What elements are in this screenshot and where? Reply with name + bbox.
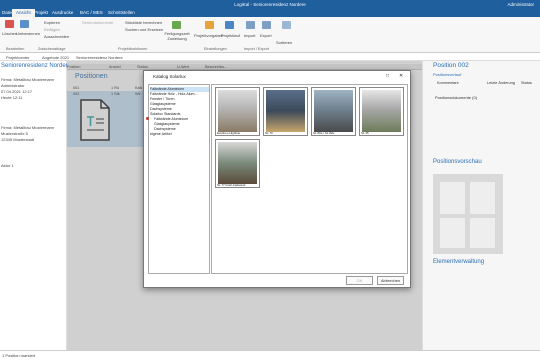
menu-bac[interactable]: BAC / MES	[80, 10, 103, 15]
breadcrumb-item[interactable]: Projektcenter	[6, 55, 30, 60]
maximize-icon[interactable]: □	[386, 73, 389, 79]
misc-text: Aktor 1	[1, 163, 14, 168]
tile-caption: Ecolineo Highline	[217, 131, 241, 135]
catalog-dialog: Katalog Solarlux □ ✕ Faltwände Aluminium…	[143, 70, 411, 288]
tree-item[interactable]: Dachsysteme	[150, 107, 172, 112]
import-icon	[246, 21, 255, 29]
product-image	[266, 90, 305, 132]
project-functions-label: Projektfunktionen	[118, 47, 148, 51]
clipboard-group-label: Zwischenablage	[38, 47, 66, 51]
menu-file[interactable]: Datei	[2, 10, 13, 15]
catalog-tile[interactable]: SL 45	[359, 87, 404, 136]
address-line: Musterstraße 5	[1, 131, 28, 136]
title-bar: LogiKal - Seniorenresidenz Nordere Admin…	[0, 0, 540, 8]
project-settings-icon	[205, 21, 214, 29]
catalog-tile[interactable]: SL 70	[263, 87, 308, 136]
calc-parts-button[interactable]: Stückliste berechnen	[125, 20, 162, 25]
rename-icon	[20, 20, 29, 28]
sort-icon	[282, 21, 291, 29]
rename-button[interactable]: Umbenennen	[16, 31, 40, 36]
tree-item[interactable]: Glasglasysteme	[150, 102, 176, 107]
project-course-button[interactable]: Projektlauf	[221, 33, 240, 38]
tree-item[interactable]: Solarlux Standards	[150, 112, 180, 117]
ok-button[interactable]: OK	[346, 276, 373, 285]
project-settings-button[interactable]: Projektvorgaben	[194, 33, 223, 38]
copy-button[interactable]: Kopieren	[44, 20, 60, 25]
last-change-header[interactable]: Letzte Änderung	[487, 81, 515, 85]
catalog-tile[interactable]: SL 77 Dreh-Faltwand	[215, 139, 260, 188]
export-button[interactable]: Export	[260, 33, 272, 38]
menu-view[interactable]: Ansicht	[12, 9, 35, 17]
close-icon[interactable]: ✕	[399, 73, 403, 79]
tree-item[interactable]: eigene Artikel	[150, 132, 172, 137]
settings-group-label: Einstellungen	[204, 47, 227, 51]
tile-caption: SL 70	[265, 131, 273, 135]
tree-item[interactable]: Fenster / Türen	[150, 97, 175, 102]
position-detail-pane: Position 002 Positionsverlauf Kommentare…	[422, 61, 540, 350]
position-title: Position 002	[433, 62, 469, 69]
menu-project[interactable]: Projekt	[34, 10, 48, 15]
product-image	[218, 142, 257, 184]
elements-title: Elementverwaltung	[433, 259, 485, 265]
tree-item[interactable]: Faltwände Holz - Holz-Alum...	[150, 92, 198, 97]
comments-header[interactable]: Kommentare	[437, 81, 459, 85]
import-button[interactable]: Import	[244, 33, 255, 38]
product-image	[314, 90, 353, 132]
product-image	[218, 90, 257, 132]
user-label: Administrator	[507, 1, 534, 7]
catalog-tile[interactable]: SL 80e / SL 82e	[311, 87, 356, 136]
catalog-tree: Faltwände Aluminium Faltwände Holz - Hol…	[146, 84, 210, 274]
tree-item[interactable]: Dachsysteme	[154, 127, 176, 132]
date-text: Heute 12:11	[1, 95, 23, 100]
status-bar: 1 Position markiert	[0, 350, 540, 360]
cursor-marker-icon	[146, 117, 149, 120]
delete-button[interactable]: Löschen	[2, 31, 17, 36]
breadcrumb: Projektcenter Angebote 2021 Seniorenresi…	[0, 53, 540, 61]
tree-item[interactable]: Faltwände Aluminium	[150, 87, 209, 92]
preview-title: Positionsvorschau	[433, 159, 482, 165]
address-line: 12345 Musterstadt	[1, 137, 35, 142]
project-title: Seniorenresidenz Nordere	[1, 63, 72, 69]
position-preview	[433, 174, 503, 254]
delete-icon	[5, 20, 14, 28]
tree-item[interactable]: Faltwände Aluminium	[154, 117, 188, 122]
export-icon	[262, 21, 271, 29]
breadcrumb-item[interactable]: Seniorenresidenz Nordere	[76, 55, 123, 60]
production-time-button[interactable]: Fertigungszeit Zuweisung	[162, 31, 192, 41]
product-image	[362, 90, 401, 132]
status-text: 1 Position markiert	[2, 353, 36, 358]
window-title: LogiKal - Seniorenresidenz Nordere	[234, 1, 306, 7]
menu-bar: Datei Ansicht Projekt Ausdrucke BAC / ME…	[0, 8, 540, 17]
state-header[interactable]: Status	[521, 81, 532, 85]
catalog-grid: Ecolineo Highline SL 70 SL 80e / SL 82e …	[211, 84, 408, 274]
import-export-group-label: Import / Export	[244, 47, 269, 51]
edit-group-label: Bearbeiten	[6, 47, 25, 51]
breadcrumb-item[interactable]: Angebote 2021	[42, 55, 69, 60]
user-text: Administrator	[1, 83, 25, 88]
menu-prints[interactable]: Ausdrucke	[52, 10, 73, 15]
menu-interfaces[interactable]: Schnittstellen	[108, 10, 135, 15]
company-text: Firma: Metallbau Mustermann	[1, 77, 55, 82]
project-course-icon	[225, 21, 234, 29]
position-docs[interactable]: Positionsdokumente (0)	[435, 95, 477, 100]
address-line: Firma: Metallbau Mustermann	[1, 125, 55, 130]
search-replace-button[interactable]: Suchen und Ersetzen	[125, 27, 163, 32]
tile-caption: SL 80e / SL 82e	[313, 131, 335, 135]
paste-button[interactable]: Einfügen	[44, 27, 60, 32]
series-doc-button[interactable]: Seriendokumente	[82, 20, 113, 25]
ribbon: Löschen Umbenennen Bearbeiten Kopieren E…	[0, 17, 540, 53]
production-icon	[172, 21, 181, 29]
cut-button[interactable]: Ausschneiden	[44, 34, 69, 39]
dialog-title: Katalog Solarlux	[153, 74, 186, 79]
tree-item[interactable]: Glasglasysteme	[154, 122, 180, 127]
cancel-button[interactable]: Abbrechen	[377, 276, 404, 285]
created-date: 07.04.2021 12:17	[1, 89, 33, 94]
catalog-tile[interactable]: Ecolineo Highline	[215, 87, 260, 136]
tile-caption: SL 45	[361, 131, 369, 135]
project-info-pane: Seniorenresidenz Nordere Firma: Metallba…	[0, 61, 71, 350]
sort-button[interactable]: Sortieren	[276, 40, 292, 45]
position-history-tab[interactable]: Positionsverlauf	[433, 72, 461, 77]
tile-caption: SL 77 Dreh-Faltwand	[217, 183, 246, 187]
